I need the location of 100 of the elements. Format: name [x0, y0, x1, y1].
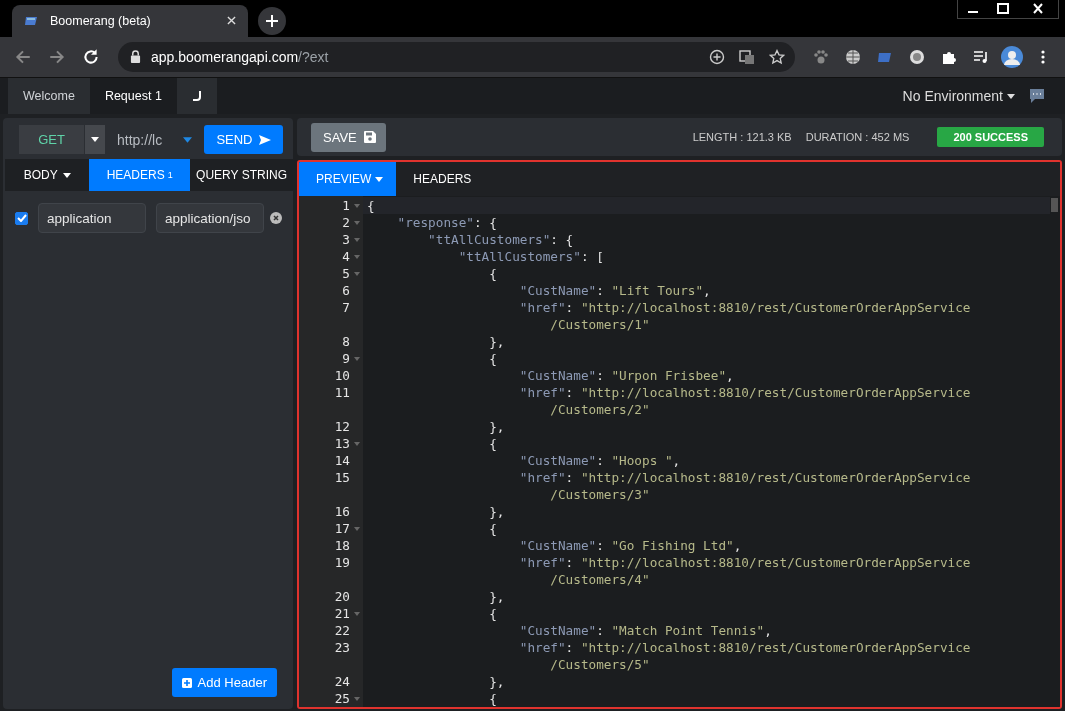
send-arrow-icon: [258, 134, 271, 145]
response-tab[interactable]: HEADERS: [396, 162, 485, 196]
line-number: 17: [334, 521, 350, 536]
line-number: 10: [334, 368, 350, 383]
code-token: :: [596, 453, 605, 468]
request-section-tab[interactable]: BODY: [5, 159, 90, 191]
translate-icon[interactable]: [739, 48, 755, 65]
code-token: },: [488, 504, 505, 519]
code-token: :: [596, 623, 605, 638]
code-token: "href": [518, 555, 566, 570]
code-token: "http://localhost:8810/rest/CustomerOrderAppService: [580, 555, 971, 570]
circle-icon[interactable]: [909, 48, 925, 65]
globe-icon[interactable]: [845, 48, 861, 65]
line-number: 16: [334, 504, 350, 519]
code-token: "Urpon Frisbee": [611, 368, 726, 383]
code-token: "Match Point Tennis": [611, 623, 765, 638]
code-token: "CustName": [518, 368, 597, 383]
line-number: 9: [342, 351, 350, 366]
code-token: /Customers/5": [549, 657, 650, 672]
line-number: 12: [334, 419, 350, 434]
code-token: },: [488, 419, 505, 434]
line-number: 6: [342, 283, 350, 298]
scrollbar[interactable]: [1050, 196, 1060, 707]
code-token: {: [488, 351, 497, 366]
fold-caret-icon[interactable]: [354, 254, 360, 259]
code-token: {: [488, 266, 497, 281]
add-circle-icon[interactable]: [709, 48, 725, 65]
line-number: 18: [334, 538, 350, 553]
header-value-field[interactable]: application/jso: [156, 203, 264, 233]
line-number: 22: [334, 623, 350, 638]
new-request-tab[interactable]: [176, 78, 217, 114]
line-number: 23: [334, 640, 350, 655]
code-token: "CustName": [518, 283, 597, 298]
fold-caret-icon[interactable]: [354, 220, 360, 225]
code-token: :: [565, 300, 575, 315]
code-token: : [: [580, 249, 604, 264]
send-button[interactable]: SEND: [203, 125, 283, 154]
fold-caret-icon[interactable]: [354, 356, 360, 361]
code-token: {: [488, 436, 497, 451]
line-number: 14: [334, 453, 350, 468]
line-number: 25: [334, 691, 350, 706]
line-number: 20: [334, 589, 350, 604]
reload-icon[interactable]: [82, 47, 100, 66]
response-length: LENGTH : 121.3 KB: [692, 131, 792, 143]
header-name-field[interactable]: application: [38, 203, 146, 233]
add-header-button[interactable]: Add Header: [171, 668, 277, 697]
plus-icon: [266, 14, 278, 27]
line-number: 7: [342, 300, 350, 315]
status-badge: 200 SUCCESS: [937, 127, 1044, 147]
fold-caret-icon[interactable]: [354, 441, 360, 446]
code-token: "http://localhost:8810/rest/CustomerOrderAppService: [580, 470, 971, 485]
request-section-tab[interactable]: QUERY STRING: [190, 159, 293, 191]
code-token: "href": [518, 470, 566, 485]
address-bar[interactable]: app.boomerangapi.com/?ext: [118, 41, 795, 72]
code-token: "Hoops ": [611, 453, 673, 468]
avatar-icon[interactable]: [1001, 45, 1023, 68]
lock-icon: [130, 50, 141, 64]
chat-icon[interactable]: [1029, 88, 1045, 104]
code-token: :: [565, 385, 575, 400]
star-icon[interactable]: [769, 48, 785, 65]
code-token: /Customers/1": [549, 317, 650, 332]
caret-icon[interactable]: [183, 136, 192, 143]
request-tab[interactable]: Welcome: [8, 78, 90, 114]
code-token: {: [488, 521, 497, 536]
code-token: ,: [733, 538, 742, 553]
code-token: /Customers/4": [549, 572, 650, 587]
code-token: ,: [672, 453, 681, 468]
playlist-icon[interactable]: [973, 48, 989, 65]
fold-caret-icon[interactable]: [354, 696, 360, 701]
code-token: "href": [518, 300, 566, 315]
code-token: :: [565, 470, 575, 485]
paw-icon[interactable]: [813, 48, 829, 65]
code-token: "Lift Tours": [611, 283, 704, 298]
code-token: "response": [396, 215, 474, 230]
fold-caret-icon[interactable]: [354, 203, 360, 208]
environment-dropdown[interactable]: No Environment: [902, 88, 1015, 104]
line-number: 4: [342, 249, 350, 264]
response-tab[interactable]: PREVIEW: [299, 162, 397, 196]
url-field[interactable]: http://lc: [105, 131, 204, 148]
fold-caret-icon[interactable]: [354, 526, 360, 531]
remove-icon[interactable]: [270, 212, 282, 224]
code-token: "CustName": [518, 538, 597, 553]
header-checkbox[interactable]: [15, 211, 28, 225]
code-token: /Customers/2": [549, 402, 650, 417]
close-tab-icon[interactable]: [227, 16, 236, 26]
code-token: : {: [550, 232, 574, 247]
fold-caret-icon[interactable]: [354, 237, 360, 242]
caret-icon: [1007, 93, 1015, 99]
code-token: },: [488, 589, 505, 604]
caret-icon: [62, 172, 71, 178]
browser-tab[interactable]: Boomerang (beta): [12, 4, 248, 37]
line-number: 19: [334, 555, 350, 570]
code-token: "href": [518, 385, 566, 400]
tab-title: Boomerang (beta): [50, 13, 152, 28]
fold-caret-icon[interactable]: [354, 271, 360, 276]
fold-caret-icon[interactable]: [354, 611, 360, 616]
new-tab-button[interactable]: [258, 6, 286, 35]
save-button[interactable]: SAVE: [311, 122, 386, 152]
code-token: :: [596, 538, 605, 553]
line-number: 1: [342, 198, 350, 213]
